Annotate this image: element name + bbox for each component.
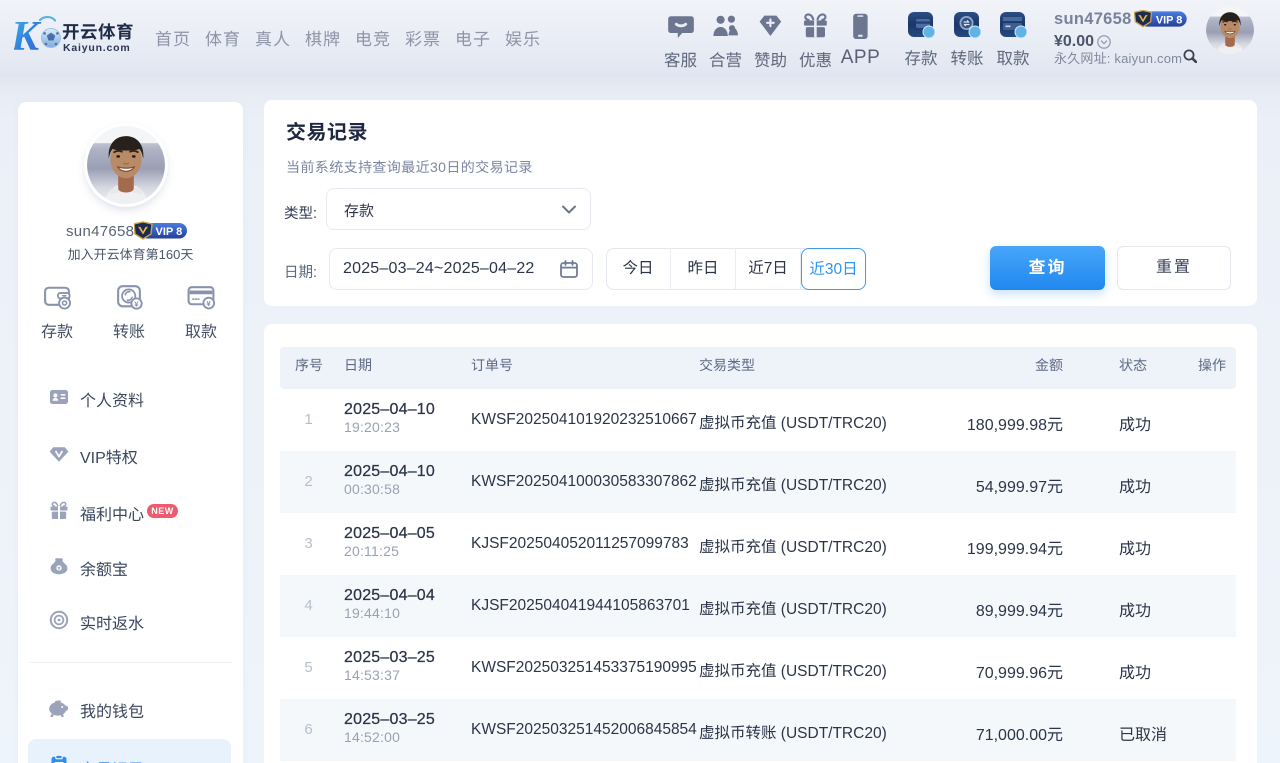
svg-text:VIP 8: VIP 8 [1156, 14, 1182, 26]
svg-text:VIP 8: VIP 8 [156, 226, 183, 238]
svg-text:¥: ¥ [206, 299, 211, 308]
svg-text:¥: ¥ [134, 299, 139, 308]
svg-text:K: K [14, 14, 42, 56]
